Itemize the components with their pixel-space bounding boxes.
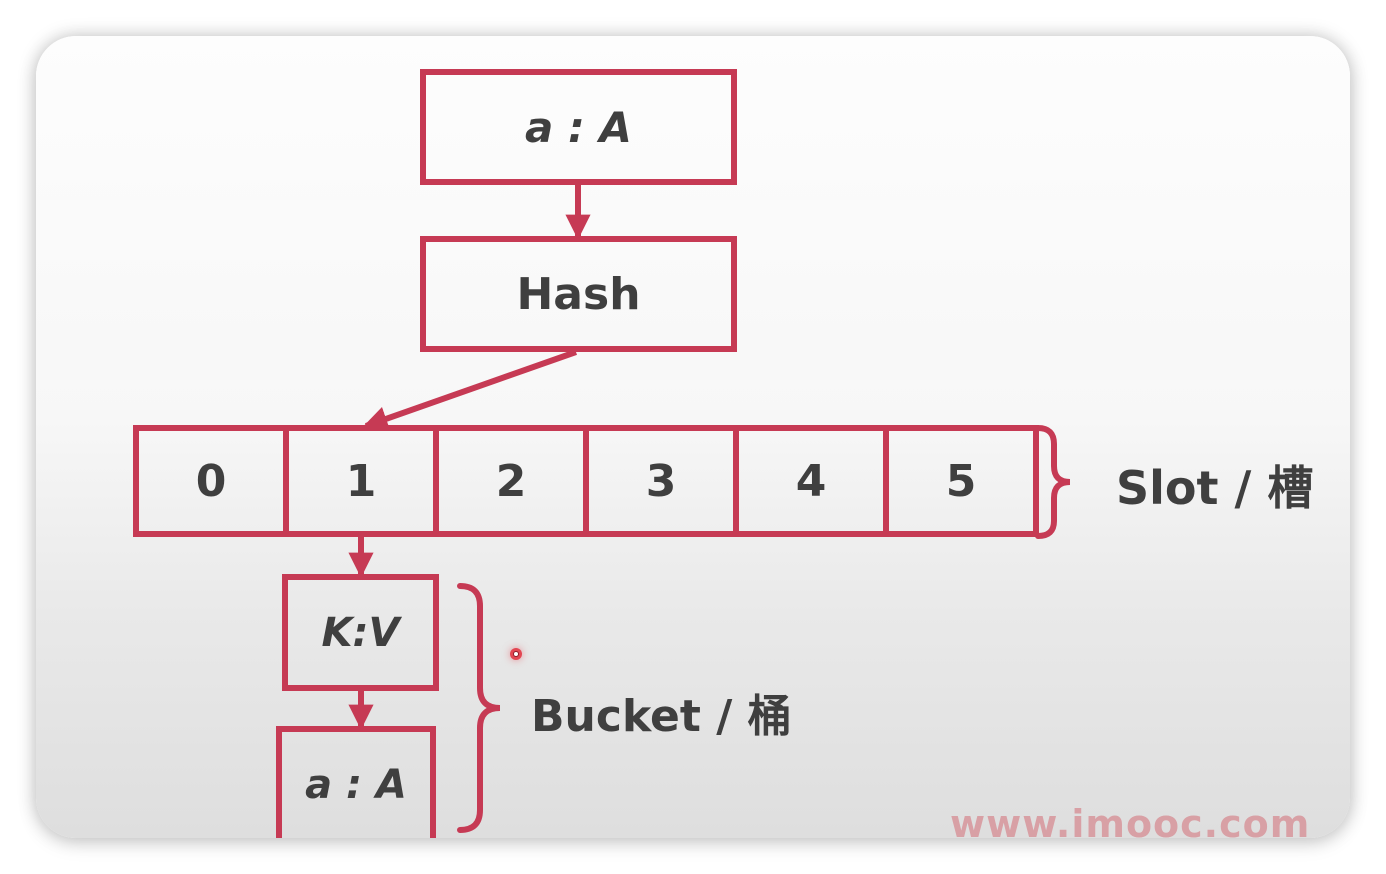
slide-card: a : A Hash 0 1 2 3 4 5 Slot / 槽 K:V a : … [36, 36, 1350, 838]
watermark: www.imooc.com [950, 802, 1311, 838]
slot-cell-4: 4 [733, 431, 883, 531]
input-node: a : A [420, 69, 737, 185]
slot-array: 0 1 2 3 4 5 [133, 425, 1039, 537]
hash-node: Hash [420, 236, 737, 352]
bucket-entry-a: a : A [276, 726, 436, 838]
bucket-label: Bucket / 桶 [531, 691, 792, 742]
slot-cell-1: 1 [283, 431, 433, 531]
arrow-hash-to-slot [362, 349, 577, 431]
slot-cell-0: 0 [195, 455, 227, 507]
slot-cell-2: 2 [433, 431, 583, 531]
slot-brace [1035, 425, 1071, 539]
pointer-indicator [510, 648, 522, 660]
slot-label: Slot / 槽 [1116, 461, 1314, 515]
slot-cell-3: 3 [583, 431, 733, 531]
slot-cell-5: 5 [883, 431, 1033, 531]
bucket-entry-kv: K:V [282, 574, 439, 691]
bucket-brace [457, 583, 501, 833]
